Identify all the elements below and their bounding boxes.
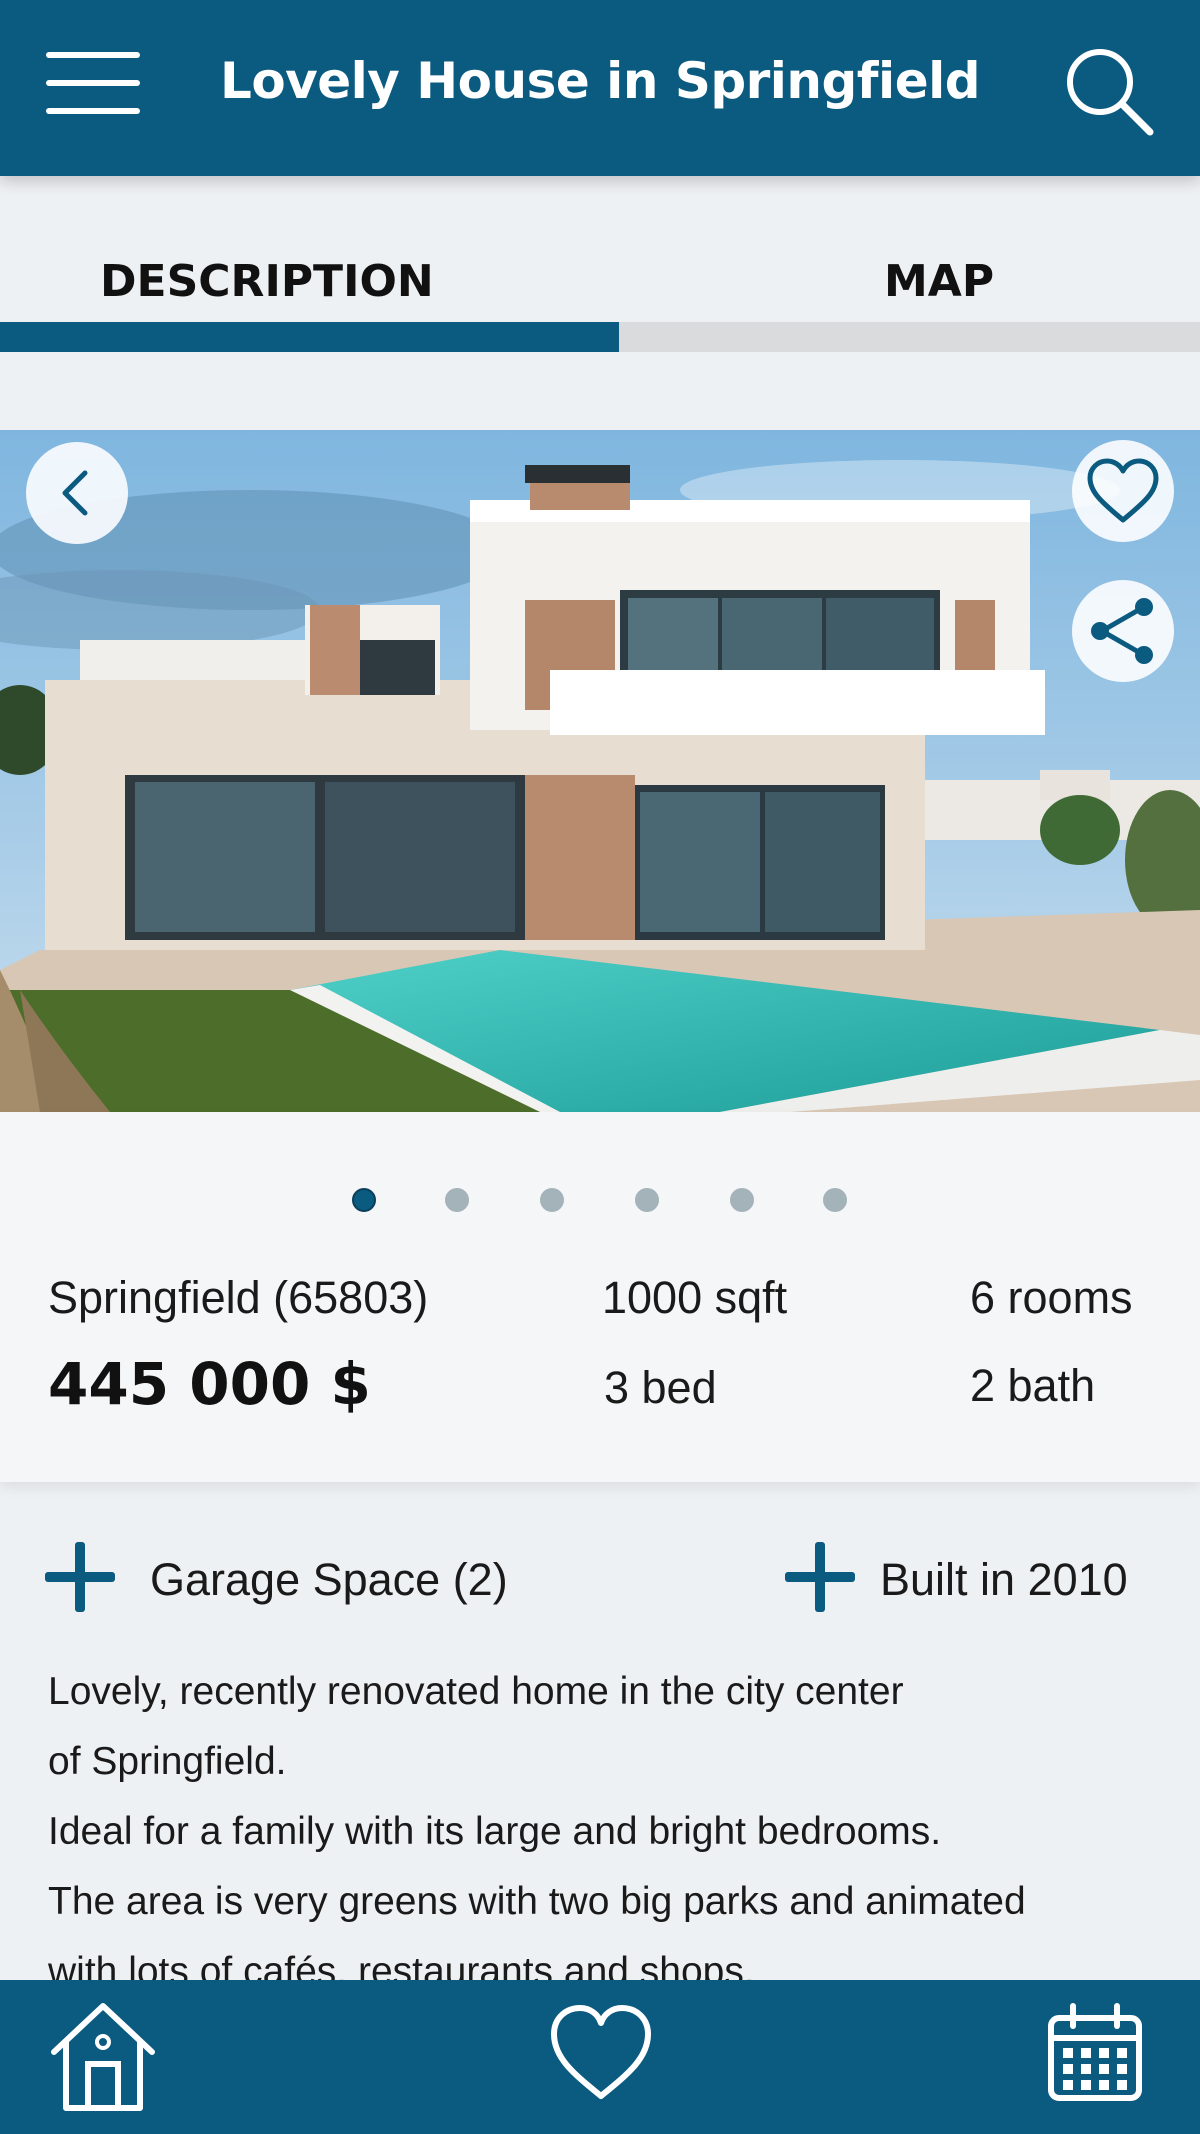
tab-bar: DESCRIPTION MAP <box>0 176 1200 352</box>
description-line: The area is very greens with two big par… <box>48 1880 1026 1923</box>
tab-active-indicator <box>0 322 619 352</box>
feature-garage: Garage Space (2) <box>150 1554 508 1605</box>
listing-area: 1000 sqft <box>602 1272 788 1323</box>
tab-description[interactable]: DESCRIPTION <box>100 256 434 307</box>
pagination-dot-2[interactable] <box>445 1188 469 1212</box>
feature-built-year: Built in 2010 <box>880 1554 1128 1605</box>
home-icon <box>51 2003 155 2111</box>
menu-line <box>46 52 140 58</box>
listing-bathrooms: 2 bath <box>970 1360 1096 1411</box>
search-button[interactable] <box>1060 42 1156 138</box>
gallery-back-button[interactable] <box>26 442 128 544</box>
menu-button[interactable] <box>46 48 142 118</box>
page-title: Lovely House in Springfield <box>219 52 981 110</box>
share-icon <box>1091 598 1153 664</box>
share-button[interactable] <box>1072 580 1174 682</box>
menu-line <box>46 80 140 86</box>
pagination-dot-1[interactable] <box>352 1188 376 1212</box>
description-line: Ideal for a family with its large and br… <box>48 1810 942 1853</box>
pagination-dot-5[interactable] <box>730 1188 754 1212</box>
listing-price: 445 000 $ <box>48 1350 371 1418</box>
favorite-button[interactable] <box>1072 440 1174 542</box>
nav-calendar-button[interactable] <box>1045 1998 1155 2116</box>
nav-home-button[interactable] <box>48 1998 158 2116</box>
calendar-icon <box>1048 2003 1142 2101</box>
heart-icon <box>1087 458 1159 523</box>
pagination-dot-4[interactable] <box>635 1188 659 1212</box>
listing-location: Springfield (65803) <box>48 1272 429 1323</box>
description-line: Lovely, recently renovated home in the c… <box>48 1670 904 1713</box>
app-header: Lovely House in Springfield <box>0 0 1200 176</box>
listing-rooms: 6 rooms <box>970 1272 1133 1323</box>
pagination-dot-3[interactable] <box>540 1188 564 1212</box>
plus-icon[interactable] <box>45 1542 115 1612</box>
plus-icon[interactable] <box>785 1542 855 1612</box>
property-photo[interactable] <box>0 430 1200 1112</box>
menu-line <box>46 108 140 114</box>
bottom-navigation <box>0 1980 1200 2134</box>
villa-photo <box>0 430 1200 1112</box>
description-line: of Springfield. <box>48 1740 287 1783</box>
listing-details: Garage Space (2) Built in 2010 Lovely, r… <box>0 1482 1200 1993</box>
chevron-left-icon <box>62 470 88 516</box>
nav-favorites-button[interactable] <box>546 1998 656 2116</box>
listing-summary-card: Springfield (65803) 445 000 $ 1000 sqft … <box>0 1112 1200 1482</box>
pagination-dot-6[interactable] <box>823 1188 847 1212</box>
heart-icon <box>551 2005 651 2099</box>
search-icon <box>1067 49 1154 136</box>
tab-map[interactable]: MAP <box>884 256 994 307</box>
listing-bedrooms: 3 bed <box>604 1362 717 1413</box>
gallery-pagination <box>0 1188 1200 1218</box>
